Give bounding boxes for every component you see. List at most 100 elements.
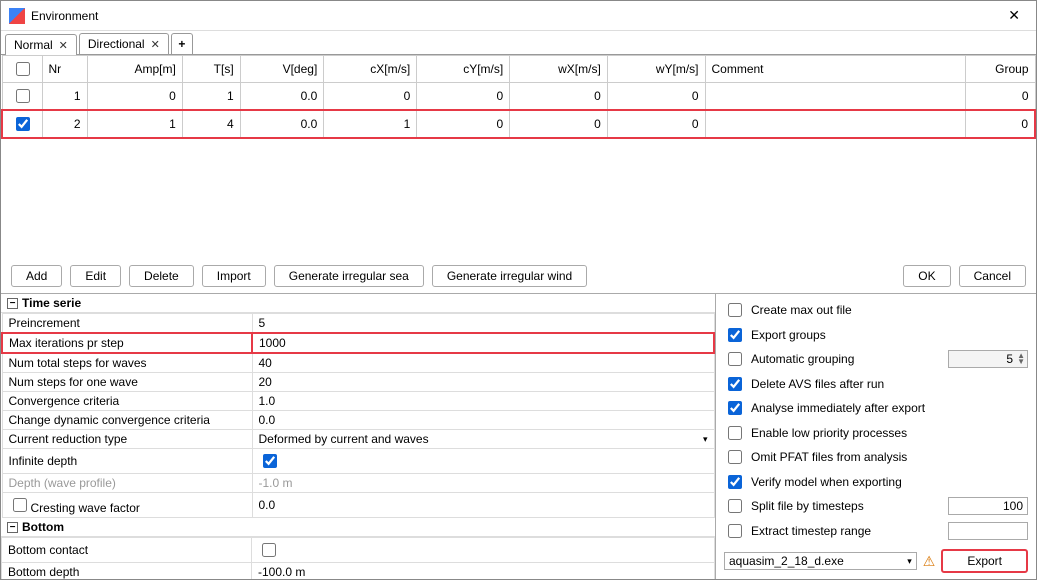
- option-label: Extract timestep range: [751, 524, 871, 538]
- col-cx[interactable]: cX[m/s]: [324, 56, 417, 83]
- table-row[interactable]: 1010.000000: [2, 83, 1035, 111]
- cell-group[interactable]: 0: [965, 110, 1035, 138]
- cell-amp[interactable]: 0: [87, 83, 182, 111]
- automatic-grouping-checkbox[interactable]: [728, 352, 742, 366]
- property-value[interactable]: 1.0: [259, 394, 276, 408]
- export-groups-checkbox[interactable]: [728, 328, 742, 342]
- split-file-checkbox[interactable]: [728, 499, 742, 513]
- property-checkbox[interactable]: [263, 454, 277, 468]
- edit-button[interactable]: Edit: [70, 265, 121, 287]
- property-value[interactable]: 1000: [259, 336, 286, 350]
- property-value[interactable]: 0.0: [259, 413, 276, 427]
- col-nr[interactable]: Nr: [42, 56, 87, 83]
- select-all-checkbox[interactable]: [16, 62, 30, 76]
- delete-button[interactable]: Delete: [129, 265, 194, 287]
- collapse-icon[interactable]: −: [7, 522, 18, 533]
- split-file-input[interactable]: [948, 497, 1028, 515]
- low-priority-checkbox[interactable]: [728, 426, 742, 440]
- import-button[interactable]: Import: [202, 265, 266, 287]
- close-icon[interactable]: ✕: [151, 38, 160, 51]
- property-value[interactable]: 0.0: [259, 498, 276, 512]
- cell-nr[interactable]: 2: [42, 110, 87, 138]
- generate-sea-button[interactable]: Generate irregular sea: [274, 265, 424, 287]
- col-wy[interactable]: wY[m/s]: [607, 56, 705, 83]
- property-value[interactable]: -100.0 m: [258, 565, 305, 579]
- close-icon[interactable]: ✕: [1000, 5, 1028, 26]
- property-value[interactable]: -1.0 m: [259, 476, 293, 490]
- cell-nr[interactable]: 1: [42, 83, 87, 111]
- cell-t[interactable]: 1: [182, 83, 240, 111]
- cell-cx[interactable]: 1: [324, 110, 417, 138]
- property-value[interactable]: 40: [259, 356, 272, 370]
- cell-wx[interactable]: 0: [510, 110, 608, 138]
- tab-label: Normal: [14, 38, 53, 52]
- col-cy[interactable]: cY[m/s]: [417, 56, 510, 83]
- property-value-cell[interactable]: 0.0: [252, 493, 714, 518]
- create-max-out-checkbox[interactable]: [728, 303, 742, 317]
- col-group[interactable]: Group: [965, 56, 1035, 83]
- verify-model-checkbox[interactable]: [728, 475, 742, 489]
- grouping-spinner[interactable]: 5▲▼: [948, 350, 1028, 368]
- col-amp[interactable]: Amp[m]: [87, 56, 182, 83]
- property-value-cell[interactable]: 20: [252, 373, 714, 392]
- property-checkbox[interactable]: [262, 543, 276, 557]
- col-v[interactable]: V[deg]: [240, 56, 324, 83]
- titlebar: Environment ✕: [1, 1, 1036, 31]
- col-comment[interactable]: Comment: [705, 56, 965, 83]
- row-checkbox[interactable]: [16, 117, 30, 131]
- cell-wy[interactable]: 0: [607, 110, 705, 138]
- cancel-button[interactable]: Cancel: [959, 265, 1026, 287]
- chevron-down-icon[interactable]: ▾: [703, 434, 708, 445]
- omit-pfat-checkbox[interactable]: [728, 450, 742, 464]
- extract-range-input[interactable]: [948, 522, 1028, 540]
- property-row: Num steps for one wave20: [2, 373, 714, 392]
- property-value-cell[interactable]: 1.0: [252, 392, 714, 411]
- tab-directional[interactable]: Directional ✕: [79, 33, 169, 54]
- header-label: Bottom: [22, 520, 64, 534]
- add-button[interactable]: Add: [11, 265, 62, 287]
- property-value[interactable]: 5: [259, 316, 266, 330]
- property-value-cell[interactable]: [252, 538, 715, 563]
- collapse-icon[interactable]: −: [7, 298, 18, 309]
- ok-button[interactable]: OK: [903, 265, 950, 287]
- cell-comment[interactable]: [705, 110, 965, 138]
- cell-comment[interactable]: [705, 83, 965, 111]
- exe-dropdown[interactable]: aquasim_2_18_d.exe▾: [724, 552, 917, 570]
- close-icon[interactable]: ✕: [59, 39, 68, 52]
- property-value-cell[interactable]: 5: [252, 314, 714, 334]
- cell-wx[interactable]: 0: [510, 83, 608, 111]
- time-serie-header[interactable]: − Time serie: [1, 294, 715, 313]
- cell-group[interactable]: 0: [965, 83, 1035, 111]
- property-value-cell[interactable]: [252, 449, 714, 474]
- property-value-cell[interactable]: 40: [252, 353, 714, 373]
- table-row[interactable]: 2140.010000: [2, 110, 1035, 138]
- cell-v[interactable]: 0.0: [240, 110, 324, 138]
- cell-cy[interactable]: 0: [417, 83, 510, 111]
- col-t[interactable]: T[s]: [182, 56, 240, 83]
- property-value[interactable]: Deformed by current and waves: [259, 432, 429, 446]
- tab-normal[interactable]: Normal ✕: [5, 34, 77, 55]
- cell-cx[interactable]: 0: [324, 83, 417, 111]
- cell-cy[interactable]: 0: [417, 110, 510, 138]
- property-pre-checkbox[interactable]: [13, 498, 27, 512]
- tab-add[interactable]: +: [171, 33, 193, 54]
- property-value-cell[interactable]: -100.0 m: [252, 563, 715, 580]
- property-value-cell[interactable]: -1.0 m: [252, 474, 714, 493]
- property-value-cell[interactable]: 0.0: [252, 411, 714, 430]
- cell-v[interactable]: 0.0: [240, 83, 324, 111]
- cell-t[interactable]: 4: [182, 110, 240, 138]
- export-button[interactable]: Export: [941, 549, 1028, 573]
- bottom-header[interactable]: − Bottom: [1, 518, 715, 537]
- cell-amp[interactable]: 1: [87, 110, 182, 138]
- property-value-cell[interactable]: Deformed by current and waves ▾: [252, 430, 714, 449]
- analyse-after-checkbox[interactable]: [728, 401, 742, 415]
- property-value-cell[interactable]: 1000: [252, 333, 714, 353]
- delete-avs-checkbox[interactable]: [728, 377, 742, 391]
- generate-wind-button[interactable]: Generate irregular wind: [432, 265, 587, 287]
- property-value[interactable]: 20: [259, 375, 272, 389]
- extract-range-checkbox[interactable]: [728, 524, 742, 538]
- row-checkbox[interactable]: [16, 89, 30, 103]
- col-wx[interactable]: wX[m/s]: [510, 56, 608, 83]
- property-label: Convergence criteria: [2, 392, 252, 411]
- cell-wy[interactable]: 0: [607, 83, 705, 111]
